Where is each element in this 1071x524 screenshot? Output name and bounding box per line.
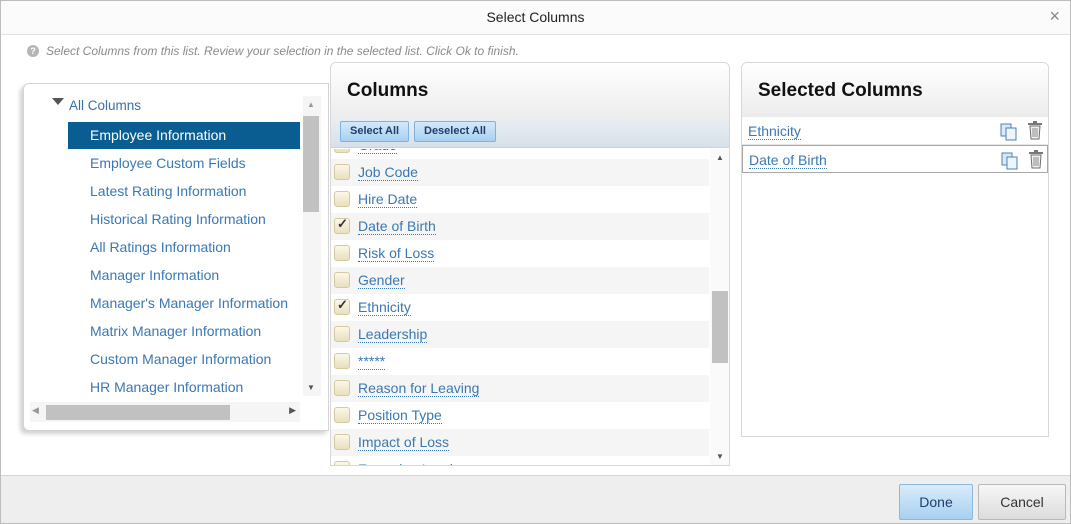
column-checkbox[interactable] <box>334 380 350 396</box>
instructions-text: Select Columns from this list. Review yo… <box>46 44 519 58</box>
scroll-up-arrow-icon[interactable]: ▲ <box>716 153 724 162</box>
done-button[interactable]: Done <box>899 484 973 520</box>
column-label[interactable]: Emerging Leader <box>358 461 465 465</box>
column-checkbox[interactable] <box>334 164 350 180</box>
column-checkbox[interactable]: ✓ <box>334 216 350 234</box>
column-label[interactable]: Leadership <box>358 326 428 343</box>
tree-item[interactable]: Custom Manager Information <box>68 346 300 373</box>
scroll-down-arrow-icon[interactable]: ▼ <box>307 383 315 392</box>
column-row[interactable]: Impact of Loss <box>331 429 709 456</box>
tree-item[interactable]: HR Manager Information <box>68 374 300 401</box>
column-label[interactable]: Job Code <box>358 164 418 181</box>
column-checkbox[interactable] <box>334 272 350 288</box>
column-checkbox[interactable] <box>334 149 350 153</box>
column-row[interactable]: Risk of Loss <box>331 240 709 267</box>
tree-item[interactable]: Employee Information <box>68 122 300 149</box>
column-row[interactable]: ***** <box>331 348 709 375</box>
trash-icon[interactable] <box>1027 149 1045 169</box>
column-row[interactable]: Hire Date <box>331 186 709 213</box>
column-checkbox[interactable] <box>334 407 350 423</box>
column-label[interactable]: Date of Birth <box>358 218 436 235</box>
copy-icon[interactable] <box>1000 123 1018 141</box>
select-all-button[interactable]: Select All <box>340 121 410 142</box>
selected-column-label[interactable]: Ethnicity <box>748 123 801 140</box>
tree-vertical-scrollbar[interactable]: ▲ ▼ <box>303 96 321 396</box>
tree-item[interactable]: All Ratings Information <box>68 234 300 261</box>
selected-column-row[interactable]: Date of Birth <box>742 145 1048 173</box>
column-label[interactable]: Ethnicity <box>358 299 411 316</box>
scrollbar-thumb[interactable] <box>46 405 230 420</box>
columns-list: Grade Job Code Hire Date ✓ Date of Birth Risk… <box>331 149 709 465</box>
selected-column-row[interactable]: Ethnicity <box>742 117 1048 145</box>
scroll-left-arrow-icon[interactable]: ◀ <box>32 405 39 416</box>
column-label[interactable]: Impact of Loss <box>358 434 450 451</box>
column-checkbox[interactable] <box>334 434 350 450</box>
checkmark-icon: ✓ <box>337 297 348 312</box>
scroll-up-arrow-icon[interactable]: ▲ <box>307 100 315 109</box>
column-row[interactable]: ✓ Ethnicity <box>331 294 709 321</box>
tree-item[interactable]: Manager's Manager Information <box>68 290 300 317</box>
dialog-footer: Done Cancel <box>1 475 1070 523</box>
column-label[interactable]: Reason for Leaving <box>358 380 480 397</box>
tree-item[interactable]: Latest Rating Information <box>68 178 300 205</box>
checkmark-icon: ✓ <box>337 216 348 231</box>
column-label[interactable]: Gender <box>358 272 405 289</box>
expand-triangle-icon[interactable] <box>52 98 64 105</box>
tree-item[interactable]: Matrix Manager Information <box>68 318 300 345</box>
selected-columns-header: Selected Columns <box>742 63 1048 117</box>
column-row[interactable]: ✓ Date of Birth <box>331 213 709 240</box>
column-label[interactable]: Risk of Loss <box>358 245 435 262</box>
tree-horizontal-scrollbar[interactable]: ◀ ▶ <box>30 402 300 422</box>
column-checkbox[interactable] <box>334 353 350 369</box>
columns-panel: Columns Select All Deselect All Grade Job… <box>330 62 730 466</box>
scroll-right-arrow-icon[interactable]: ▶ <box>289 405 296 416</box>
selected-column-label[interactable]: Date of Birth <box>749 152 827 169</box>
column-row[interactable]: Gender <box>331 267 709 294</box>
column-checkbox[interactable] <box>334 326 350 342</box>
instructions: ? Select Columns from this list. Review … <box>27 44 519 58</box>
column-checkbox[interactable] <box>334 461 350 465</box>
column-checkbox[interactable]: ✓ <box>334 297 350 315</box>
tree-root-label: All Columns <box>69 98 142 113</box>
column-label[interactable]: Hire Date <box>358 191 418 208</box>
scrollbar-thumb[interactable] <box>303 116 319 212</box>
columns-title: Columns <box>347 80 429 101</box>
column-row[interactable]: Position Type <box>331 402 709 429</box>
columns-vertical-scrollbar[interactable]: ▲ ▼ <box>710 149 729 465</box>
tree-item[interactable]: Historical Rating Information <box>68 206 300 233</box>
dialog-title: Select Columns <box>486 9 585 25</box>
column-label[interactable]: ***** <box>358 353 386 370</box>
tree-item[interactable]: Employee Custom Fields <box>68 150 300 177</box>
deselect-all-button[interactable]: Deselect All <box>414 121 496 142</box>
column-row[interactable]: Grade <box>331 149 709 159</box>
help-icon: ? <box>27 45 39 57</box>
close-icon[interactable]: × <box>1049 7 1060 25</box>
cancel-button[interactable]: Cancel <box>978 484 1066 520</box>
column-category-tree: All Columns Employee Information Employee… <box>23 83 329 431</box>
scroll-down-arrow-icon[interactable]: ▼ <box>716 452 724 461</box>
column-checkbox[interactable] <box>334 191 350 207</box>
title-bar: Select Columns × <box>1 1 1070 35</box>
tree-root-all-columns[interactable]: All Columns <box>52 98 141 113</box>
columns-header: Columns <box>331 63 729 119</box>
column-row[interactable]: Leadership <box>331 321 709 348</box>
tree-item[interactable]: Manager Information <box>68 262 300 289</box>
selected-columns-panel: Selected Columns Ethnicity Date of Birth <box>741 62 1049 437</box>
columns-toolbar: Select All Deselect All <box>331 118 729 148</box>
column-label[interactable]: Grade <box>358 149 397 154</box>
trash-icon[interactable] <box>1026 120 1044 140</box>
column-row[interactable]: Job Code <box>331 159 709 186</box>
scrollbar-thumb[interactable] <box>712 291 728 363</box>
column-checkbox[interactable] <box>334 245 350 261</box>
column-row[interactable]: Emerging Leader <box>331 456 709 465</box>
select-columns-dialog: Select Columns × ? Select Columns from t… <box>0 0 1071 524</box>
selected-columns-title: Selected Columns <box>758 80 923 101</box>
column-row[interactable]: Reason for Leaving <box>331 375 709 402</box>
copy-icon[interactable] <box>1001 152 1019 170</box>
column-label[interactable]: Position Type <box>358 407 442 424</box>
